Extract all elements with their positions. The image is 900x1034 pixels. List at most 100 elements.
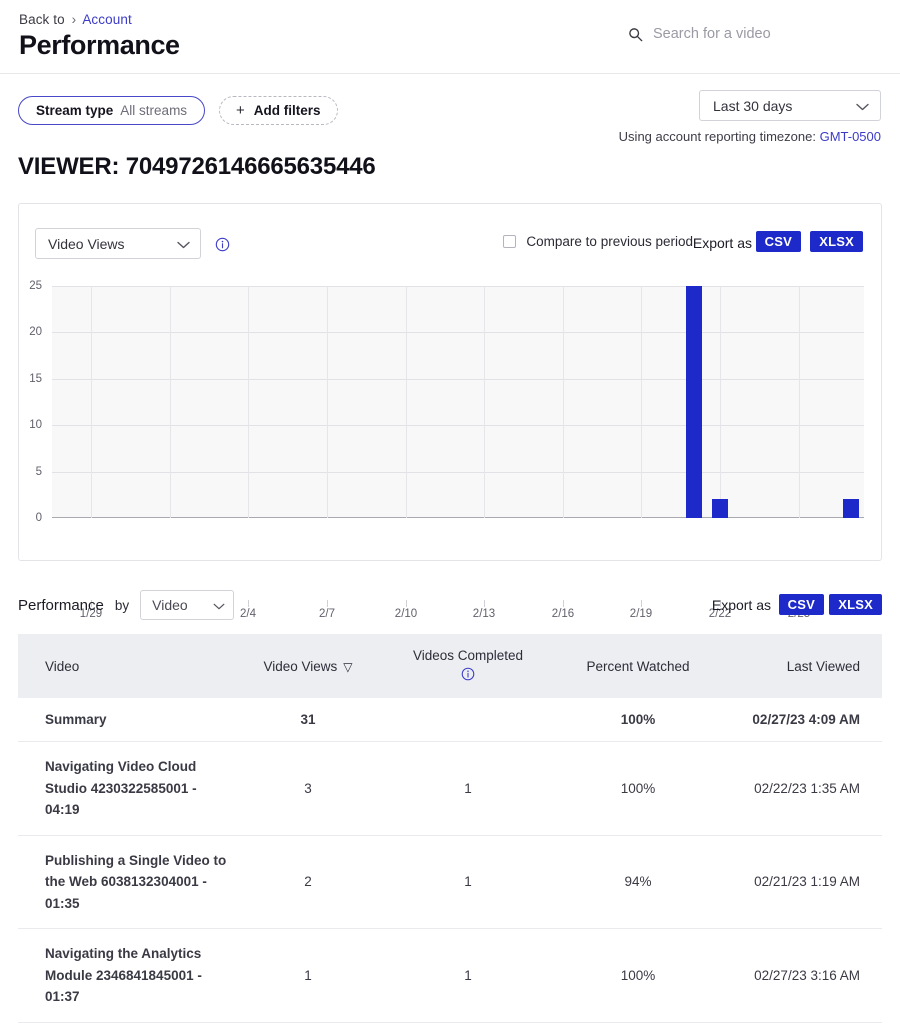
chart-gridline-vertical [563,286,564,518]
table-header-row: Video Video Views ▽ Videos Completed Perc… [18,634,882,698]
table-header: Video Video Views ▽ Videos Completed Perc… [18,634,882,698]
search-box[interactable] [628,26,868,42]
table-row[interactable]: Navigating the Analytics Module 23468418… [18,928,882,1023]
x-axis-tick-label: 2/13 [472,608,496,620]
chart-export-xlsx-button[interactable]: XLSX [810,231,863,252]
table-row[interactable]: Publishing a Single Video to the Web 603… [18,835,882,929]
x-axis-tick-mark [641,600,642,607]
x-axis-tick-label: 2/16 [551,608,575,620]
y-axis-tick-label: 10 [29,419,42,432]
page-title: Performance [19,30,180,60]
column-header-percent-watched-label: Percent Watched [586,658,690,674]
breadcrumb: Back to › Account [19,12,132,27]
x-axis-tick-mark [406,600,407,607]
chart-gridline-vertical [91,286,92,518]
metric-select[interactable]: Video Views [35,228,201,259]
y-axis-tick-label: 5 [35,465,42,478]
chart-gridline-vertical [406,286,407,518]
x-axis-tick-label: 2/19 [629,608,653,620]
chart-bar[interactable] [685,286,702,518]
compare-checkbox[interactable] [503,235,517,248]
summary-views: 31 [233,698,383,742]
group-by-value: Video [152,597,188,613]
x-axis-tick-mark [484,600,485,607]
viewer-heading: VIEWER: 7049726146665635446 [18,153,376,180]
column-header-last-viewed-label: Last Viewed [786,658,860,674]
summary-percent: 100% [553,698,723,742]
summary-video: Summary [18,698,233,742]
column-header-videos-completed[interactable]: Videos Completed [383,634,553,698]
chart-plot-area: 05101520251/292/12/42/72/102/132/162/192… [29,280,864,620]
column-header-video[interactable]: Video [18,634,233,698]
date-range-value: Last 30 days [713,97,793,114]
add-filters-label: Add filters [253,103,321,118]
filter-chip-stream-type[interactable]: Stream type All streams [18,96,206,125]
breadcrumb-link-account[interactable]: Account [82,12,131,27]
x-axis-tick-label: 2/4 [240,608,256,620]
chart-gridline [52,378,864,380]
chart-gridline-vertical [720,286,721,518]
row-percent: 100% [553,741,723,836]
group-by-select[interactable]: Video [140,590,235,620]
row-last-viewed: 02/21/23 1:19 AM [723,835,882,929]
videos-completed-info-icon[interactable] [383,667,553,684]
x-axis-tick-mark [248,600,249,607]
table-row[interactable]: Navigating Video Cloud Studio 4230322585… [18,741,882,836]
row-percent: 94% [553,835,723,929]
chevron-down-icon [213,597,225,613]
chart-gridline [52,471,864,473]
chart-bar[interactable] [842,499,860,518]
table-export-xlsx-button[interactable]: XLSX [829,594,882,615]
chart-export-csv-button[interactable]: CSV [755,231,801,252]
chart-gridline [52,425,864,427]
timezone-link[interactable]: GMT-0500 [820,129,881,144]
chart-x-axis [52,517,864,518]
row-video: Navigating the Analytics Module 23468418… [18,928,233,1023]
table-export-csv-button[interactable]: CSV [778,594,824,615]
row-video: Publishing a Single Video to the Web 603… [18,835,233,929]
x-axis-tick-label: 2/10 [394,608,418,620]
column-header-video-views-label: Video Views [263,658,338,674]
table-body: Summary 31 100% 02/27/23 4:09 AM Navigat… [18,698,882,1023]
performance-label: Performance [18,596,104,614]
date-range-select[interactable]: Last 30 days [699,90,881,121]
column-header-last-viewed[interactable]: Last Viewed [723,634,882,698]
chevron-down-icon [856,98,869,114]
summary-last-viewed: 02/27/23 4:09 AM [723,698,882,742]
timezone-note-text: Using account reporting timezone: [618,129,816,144]
y-axis-tick-label: 20 [29,326,42,339]
add-filters-button[interactable]: + Add filters [219,96,338,125]
column-header-video-views[interactable]: Video Views ▽ [233,634,383,698]
performance-table: Video Video Views ▽ Videos Completed Perc… [18,634,882,1023]
breadcrumb-separator: › [71,12,77,27]
page-header: Back to › Account Performance [0,0,900,74]
column-header-videos-completed-label: Videos Completed [412,648,524,663]
chart-card: Video Views Compare to previous period E… [18,203,882,620]
chart-bar[interactable] [711,499,729,518]
sort-descending-icon[interactable]: ▽ [343,660,352,674]
row-views: 2 [233,835,383,929]
metric-select-value: Video Views [48,235,125,252]
x-axis-tick-mark [327,600,328,607]
stream-type-key: Stream type [36,103,114,118]
breadcrumb-prefix: Back to [19,12,65,27]
row-views: 1 [233,928,383,1023]
chart-export-label: Export as [692,235,752,251]
chart-gridline-vertical [641,286,642,518]
metric-info-icon[interactable] [215,237,230,252]
search-input[interactable] [653,26,868,42]
y-axis-tick-label: 25 [29,280,42,292]
x-axis-tick-label: 2/7 [319,608,335,620]
stream-type-value: All streams [120,103,188,118]
performance-by-controls: Performance by Video [18,590,235,620]
row-video: Navigating Video Cloud Studio 4230322585… [18,741,233,836]
row-completed: 1 [383,835,553,929]
summary-completed [383,698,553,742]
compare-to-previous-period[interactable]: Compare to previous period [503,234,693,249]
chart-gridline-vertical [799,286,800,518]
table-row-summary: Summary 31 100% 02/27/23 4:09 AM [18,698,882,742]
chart-gridline [52,332,864,334]
y-axis-tick-label: 0 [35,512,42,524]
row-percent: 100% [553,928,723,1023]
column-header-percent-watched[interactable]: Percent Watched [553,634,723,698]
